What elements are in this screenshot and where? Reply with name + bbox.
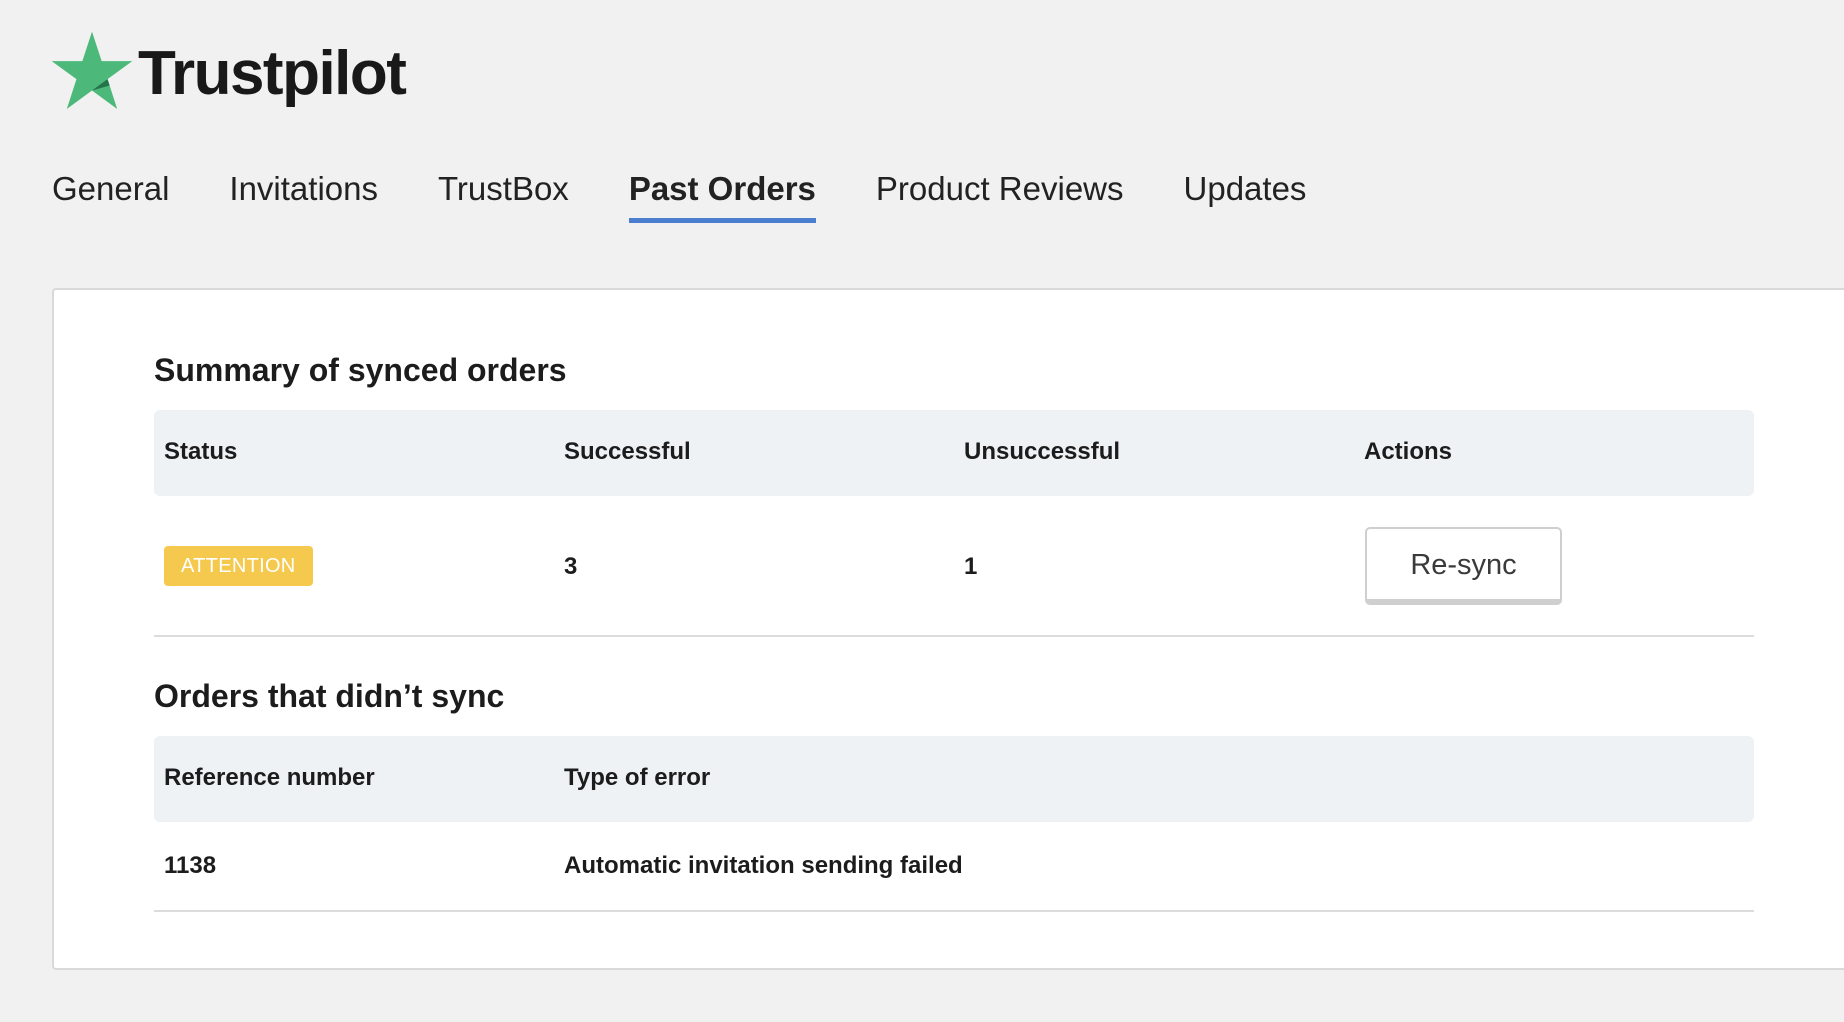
settings-tabs: General Invitations TrustBox Past Orders… xyxy=(52,170,1366,223)
status-badge: ATTENTION xyxy=(164,546,313,586)
tab-updates[interactable]: Updates xyxy=(1184,170,1307,223)
summary-table-header: Status Successful Unsuccessful Actions xyxy=(154,410,1754,496)
failed-orders-title: Orders that didn’t sync xyxy=(154,678,505,714)
reference-number: 1138 xyxy=(164,852,217,879)
tab-general[interactable]: General xyxy=(52,170,169,223)
column-header-status: Status xyxy=(164,438,238,465)
trustpilot-star-icon xyxy=(51,31,133,109)
tab-invitations[interactable]: Invitations xyxy=(229,170,378,223)
column-header-successful: Successful xyxy=(564,438,691,465)
failed-divider xyxy=(154,910,1754,912)
summary-title: Summary of synced orders xyxy=(154,352,567,388)
tab-trustbox[interactable]: TrustBox xyxy=(438,170,569,223)
tab-product-reviews[interactable]: Product Reviews xyxy=(876,170,1124,223)
trustpilot-logo: Trustpilot xyxy=(50,30,407,114)
failed-table-header: Reference number Type of error xyxy=(154,736,1754,822)
resync-button[interactable]: Re-sync xyxy=(1365,527,1562,605)
tab-past-orders[interactable]: Past Orders xyxy=(628,170,816,223)
unsuccessful-count: 1 xyxy=(964,553,978,580)
past-orders-panel: Summary of synced orders Status Successf… xyxy=(52,288,1844,970)
brand-name: Trustpilot xyxy=(138,38,407,108)
column-header-reference: Reference number xyxy=(164,764,375,791)
summary-divider xyxy=(154,635,1754,637)
successful-count: 3 xyxy=(564,553,578,580)
error-type: Automatic invitation sending failed xyxy=(564,852,963,879)
column-header-unsuccessful: Unsuccessful xyxy=(964,438,1121,465)
column-header-error-type: Type of error xyxy=(564,764,711,791)
column-header-actions: Actions xyxy=(1364,438,1453,465)
